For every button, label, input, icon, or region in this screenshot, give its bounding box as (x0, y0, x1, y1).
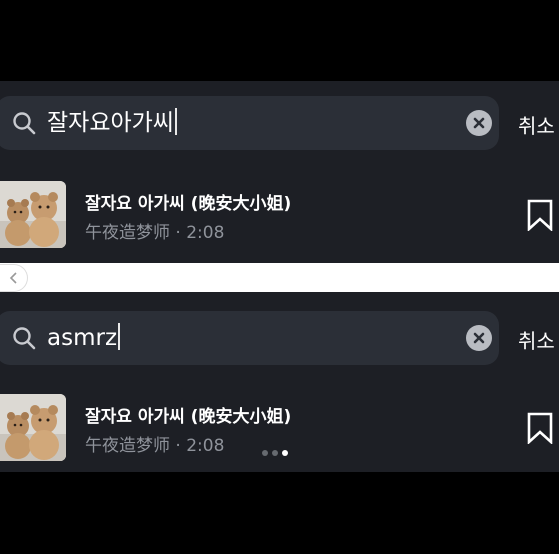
clear-button[interactable] (466, 325, 492, 351)
page-indicator[interactable] (262, 450, 288, 456)
back-button[interactable] (0, 264, 28, 292)
clear-icon (473, 117, 485, 129)
page-dot[interactable] (262, 450, 268, 456)
song-subtitle: 午夜造梦师 · 2:08 (85, 223, 225, 243)
search-icon (13, 327, 36, 350)
search-panel-top: 잘자요아가씨 취소 잘자요 아가씨 (晚安大小姐) 午夜造梦师 · 2:08 (0, 81, 559, 263)
cancel-button[interactable]: 취소 (518, 325, 555, 354)
song-subtitle: 午夜造梦师 · 2:08 (85, 436, 225, 456)
search-bar[interactable]: 잘자요아가씨 (0, 96, 499, 150)
search-input[interactable]: 잘자요아가씨 (47, 107, 177, 139)
teddy-bears-image (0, 394, 66, 461)
page-dot[interactable] (272, 450, 278, 456)
divider-strip (0, 263, 559, 292)
chevron-left-icon (9, 272, 17, 284)
album-thumbnail[interactable] (0, 181, 66, 248)
song-title[interactable]: 잘자요 아가씨 (晚安大小姐) (85, 189, 291, 214)
bookmark-icon[interactable] (526, 199, 554, 231)
text-caret (118, 323, 121, 350)
bookmark-icon[interactable] (526, 412, 554, 444)
search-icon (13, 112, 36, 135)
clear-button[interactable] (466, 110, 492, 136)
search-panel-bottom: asmrz 취소 잘자요 아가씨 (晚安大小姐) 午夜造梦师 · 2:08 (0, 292, 559, 472)
teddy-bears-image (0, 181, 66, 248)
song-title[interactable]: 잘자요 아가씨 (晚安大小姐) (85, 402, 291, 427)
clear-icon (473, 332, 485, 344)
search-input[interactable]: asmrz (47, 322, 121, 354)
page-dot-active[interactable] (282, 450, 288, 456)
album-thumbnail[interactable] (0, 394, 66, 461)
search-bar[interactable]: asmrz (0, 311, 499, 365)
cancel-button[interactable]: 취소 (518, 110, 555, 139)
text-caret (174, 108, 177, 135)
